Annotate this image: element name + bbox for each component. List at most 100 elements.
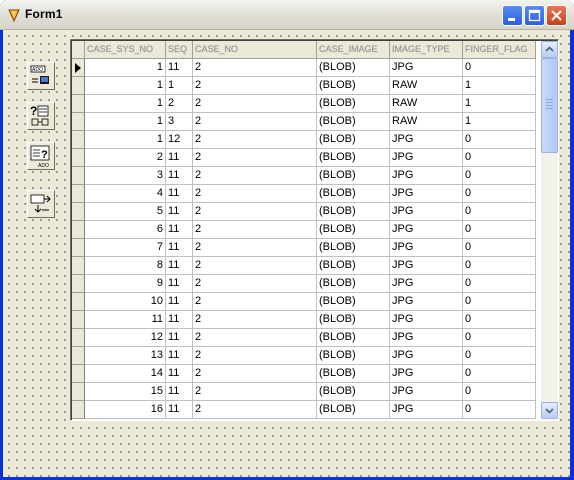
- column-header[interactable]: FINGER_FLAG: [463, 41, 536, 59]
- row-indicator[interactable]: [72, 347, 85, 365]
- row-indicator[interactable]: [72, 329, 85, 347]
- row-indicator[interactable]: [72, 401, 85, 419]
- query-component[interactable]: ?: [27, 102, 55, 130]
- grid-cell[interactable]: 4: [85, 185, 166, 203]
- grid-cell[interactable]: (BLOB): [317, 77, 390, 95]
- grid-cell[interactable]: 1: [463, 95, 536, 113]
- grid-cell[interactable]: (BLOB): [317, 293, 390, 311]
- grid-cell[interactable]: JPG: [390, 311, 463, 329]
- minimize-button[interactable]: [502, 5, 523, 26]
- table-row[interactable]: 16 11 2 (BLOB) JPG 0: [72, 401, 536, 419]
- table-row[interactable]: 7 11 2 (BLOB) JPG 0: [72, 239, 536, 257]
- grid-cell[interactable]: (BLOB): [317, 167, 390, 185]
- grid-cell[interactable]: 2: [193, 329, 317, 347]
- grid-cell[interactable]: 0: [463, 311, 536, 329]
- grid-cell[interactable]: (BLOB): [317, 257, 390, 275]
- grid-cell[interactable]: RAW: [390, 77, 463, 95]
- grid-cell[interactable]: 0: [463, 257, 536, 275]
- current-row-indicator[interactable]: [72, 59, 85, 77]
- grid-cell[interactable]: JPG: [390, 383, 463, 401]
- title-bar[interactable]: Form1: [0, 0, 574, 30]
- grid-cell[interactable]: 15: [85, 383, 166, 401]
- grid-cell[interactable]: 2: [193, 59, 317, 77]
- row-indicator[interactable]: [72, 167, 85, 185]
- grid-cell[interactable]: 11: [166, 329, 193, 347]
- grid-cell[interactable]: JPG: [390, 203, 463, 221]
- grid-cell[interactable]: 0: [463, 185, 536, 203]
- grid-cell[interactable]: (BLOB): [317, 149, 390, 167]
- row-indicator[interactable]: [72, 113, 85, 131]
- grid-cell[interactable]: JPG: [390, 221, 463, 239]
- grid-cell[interactable]: 10: [85, 293, 166, 311]
- grid-cell[interactable]: 11: [166, 167, 193, 185]
- grid-cell[interactable]: 11: [166, 59, 193, 77]
- grid-cell[interactable]: (BLOB): [317, 95, 390, 113]
- grid-cell[interactable]: 0: [463, 365, 536, 383]
- grid-cell[interactable]: 2: [193, 401, 317, 419]
- row-indicator[interactable]: [72, 239, 85, 257]
- grid-cell[interactable]: 2: [166, 95, 193, 113]
- table-row[interactable]: 1 2 2 (BLOB) RAW 1: [72, 95, 536, 113]
- grid-cell[interactable]: 2: [193, 95, 317, 113]
- grid-cell[interactable]: 1: [85, 113, 166, 131]
- table-row[interactable]: 8 11 2 (BLOB) JPG 0: [72, 257, 536, 275]
- grid-cell[interactable]: 11: [166, 401, 193, 419]
- table-row[interactable]: 15 11 2 (BLOB) JPG 0: [72, 383, 536, 401]
- grid-cell[interactable]: 5: [85, 203, 166, 221]
- row-indicator[interactable]: [72, 293, 85, 311]
- table-row[interactable]: 4 11 2 (BLOB) JPG 0: [72, 185, 536, 203]
- grid-cell[interactable]: 0: [463, 293, 536, 311]
- table-row[interactable]: 14 11 2 (BLOB) JPG 0: [72, 365, 536, 383]
- grid-cell[interactable]: 0: [463, 167, 536, 185]
- grid-cell[interactable]: JPG: [390, 347, 463, 365]
- grid-cell[interactable]: 0: [463, 329, 536, 347]
- grid-cell[interactable]: 11: [166, 293, 193, 311]
- column-header[interactable]: SEQ: [166, 41, 193, 59]
- grid-cell[interactable]: 2: [193, 149, 317, 167]
- grid-cell[interactable]: 11: [166, 239, 193, 257]
- grid-cell[interactable]: JPG: [390, 293, 463, 311]
- grid-cell[interactable]: 0: [463, 221, 536, 239]
- grid-cell[interactable]: (BLOB): [317, 275, 390, 293]
- table-row[interactable]: 10 11 2 (BLOB) JPG 0: [72, 293, 536, 311]
- grid-cell[interactable]: 14: [85, 365, 166, 383]
- grid-cell[interactable]: 2: [193, 311, 317, 329]
- grid-cell[interactable]: 11: [166, 311, 193, 329]
- grid-cell[interactable]: (BLOB): [317, 239, 390, 257]
- grid-cell[interactable]: 11: [166, 185, 193, 203]
- grid-cell[interactable]: 2: [193, 347, 317, 365]
- close-button[interactable]: [546, 5, 567, 26]
- datasource-component[interactable]: [27, 190, 55, 218]
- grid-cell[interactable]: (BLOB): [317, 221, 390, 239]
- grid-cell[interactable]: 2: [193, 293, 317, 311]
- grid-cell[interactable]: JPG: [390, 131, 463, 149]
- grid-cell[interactable]: 0: [463, 239, 536, 257]
- scroll-down-button[interactable]: [541, 402, 558, 419]
- grid-cell[interactable]: 12: [85, 329, 166, 347]
- table-row[interactable]: 6 11 2 (BLOB) JPG 0: [72, 221, 536, 239]
- grid-cell[interactable]: (BLOB): [317, 383, 390, 401]
- grid-cell[interactable]: JPG: [390, 329, 463, 347]
- row-indicator[interactable]: [72, 203, 85, 221]
- grid-cell[interactable]: 0: [463, 401, 536, 419]
- row-indicator[interactable]: [72, 383, 85, 401]
- grid-cell[interactable]: 11: [85, 311, 166, 329]
- grid-cell[interactable]: 11: [166, 383, 193, 401]
- grid-cell[interactable]: (BLOB): [317, 311, 390, 329]
- grid-cell[interactable]: JPG: [390, 365, 463, 383]
- grid-cell[interactable]: 11: [166, 365, 193, 383]
- grid-cell[interactable]: 1: [166, 77, 193, 95]
- column-header[interactable]: CASE_IMAGE: [317, 41, 390, 59]
- grid-cell[interactable]: 2: [193, 383, 317, 401]
- table-row[interactable]: 1 12 2 (BLOB) JPG 0: [72, 131, 536, 149]
- column-header[interactable]: CASE_NO: [193, 41, 317, 59]
- row-indicator[interactable]: [72, 77, 85, 95]
- grid-cell[interactable]: (BLOB): [317, 185, 390, 203]
- table-row[interactable]: 1 11 2 (BLOB) JPG 0: [72, 59, 536, 77]
- grid-cell[interactable]: JPG: [390, 401, 463, 419]
- scroll-up-button[interactable]: [541, 41, 558, 58]
- row-indicator[interactable]: [72, 131, 85, 149]
- grid-cell[interactable]: 1: [463, 113, 536, 131]
- vertical-scrollbar[interactable]: [541, 41, 558, 419]
- grid-cell[interactable]: 12: [166, 131, 193, 149]
